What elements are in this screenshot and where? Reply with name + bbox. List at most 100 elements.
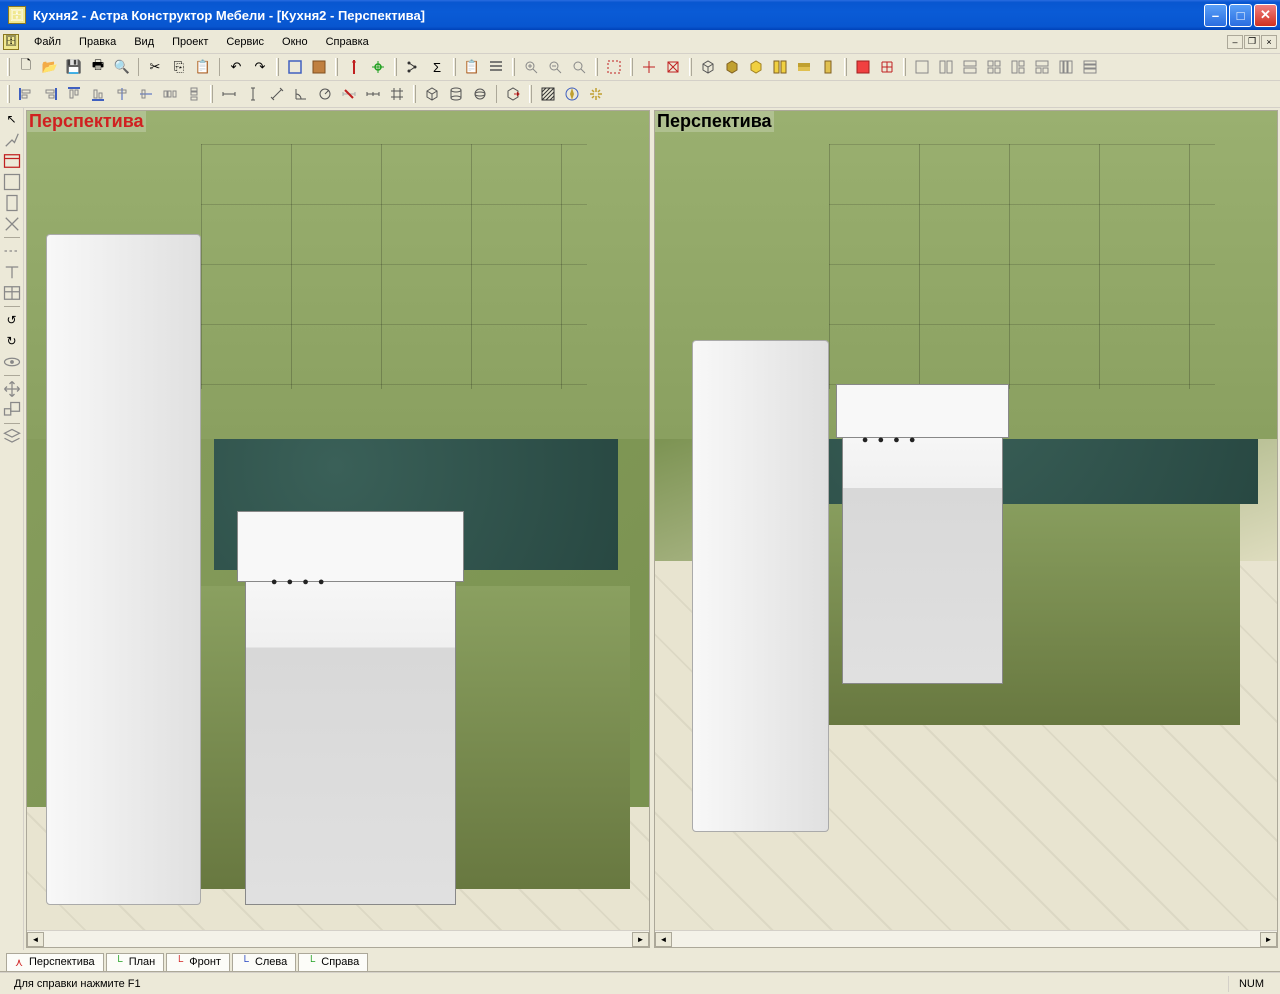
align-right-icon[interactable] bbox=[39, 83, 61, 105]
cursor-icon[interactable]: ↖ bbox=[2, 110, 22, 128]
sigma-icon[interactable]: Σ bbox=[426, 56, 448, 78]
mirror-icon[interactable] bbox=[2, 215, 22, 233]
select-rect-icon[interactable] bbox=[603, 56, 625, 78]
orbit-icon[interactable] bbox=[2, 353, 22, 371]
material-icon[interactable] bbox=[308, 56, 330, 78]
tab-right[interactable]: └ Справа bbox=[298, 953, 368, 971]
window-icon[interactable] bbox=[2, 152, 22, 170]
layout2-icon[interactable] bbox=[935, 56, 957, 78]
menu-view[interactable]: Вид bbox=[125, 33, 163, 51]
copy-icon[interactable]: ⎘ bbox=[168, 56, 190, 78]
rotate-left-icon[interactable]: ↺ bbox=[2, 311, 22, 329]
text-tool-icon[interactable] bbox=[2, 263, 22, 281]
layout8-icon[interactable] bbox=[1079, 56, 1101, 78]
door-icon[interactable] bbox=[817, 56, 839, 78]
3d-box-icon[interactable] bbox=[421, 83, 443, 105]
move-icon[interactable] bbox=[2, 380, 22, 398]
dim-aligned-icon[interactable] bbox=[266, 83, 288, 105]
tree-icon[interactable] bbox=[402, 56, 424, 78]
redo-icon[interactable]: ↷ bbox=[249, 56, 271, 78]
menu-window[interactable]: Окно bbox=[273, 33, 317, 51]
tab-front[interactable]: └ Фронт bbox=[166, 953, 230, 971]
3d-cylinder-icon[interactable] bbox=[445, 83, 467, 105]
align-top-icon[interactable] bbox=[63, 83, 85, 105]
box-icon[interactable] bbox=[697, 56, 719, 78]
align-bottom-icon[interactable] bbox=[87, 83, 109, 105]
layout7-icon[interactable] bbox=[1055, 56, 1077, 78]
scroll-left-icon[interactable]: ◄ bbox=[655, 932, 672, 947]
align-left-icon[interactable] bbox=[15, 83, 37, 105]
dim-tool-icon[interactable] bbox=[2, 242, 22, 260]
zoom-in-icon[interactable] bbox=[520, 56, 542, 78]
align-center-v-icon[interactable] bbox=[135, 83, 157, 105]
scroll-right-icon[interactable]: ► bbox=[632, 932, 649, 947]
clipboard-icon[interactable]: 📋 bbox=[461, 56, 483, 78]
rotate-right-icon[interactable]: ↻ bbox=[2, 332, 22, 350]
undo-icon[interactable]: ↶ bbox=[225, 56, 247, 78]
scroll-right-icon[interactable]: ► bbox=[1260, 932, 1277, 947]
align-center-h-icon[interactable] bbox=[111, 83, 133, 105]
close-button[interactable]: ✕ bbox=[1254, 4, 1277, 27]
tab-perspective[interactable]: ⋏ Перспектива bbox=[6, 953, 104, 971]
3d-sphere-icon[interactable] bbox=[469, 83, 491, 105]
wireframe-icon[interactable] bbox=[876, 56, 898, 78]
mdi-minimize-button[interactable]: – bbox=[1227, 35, 1243, 49]
fastener-icon[interactable] bbox=[367, 56, 389, 78]
dim-angle-icon[interactable] bbox=[290, 83, 312, 105]
layout1-icon[interactable] bbox=[911, 56, 933, 78]
scroll-left-icon[interactable]: ◄ bbox=[27, 932, 44, 947]
scale-icon[interactable] bbox=[2, 401, 22, 419]
dim-remove-icon[interactable] bbox=[338, 83, 360, 105]
compass-icon[interactable] bbox=[561, 83, 583, 105]
mdi-restore-button[interactable]: ❐ bbox=[1244, 35, 1260, 49]
menu-service[interactable]: Сервис bbox=[217, 33, 273, 51]
hscroll-left[interactable]: ◄ ► bbox=[27, 930, 649, 947]
hatch-icon[interactable] bbox=[537, 83, 559, 105]
explode-icon[interactable] bbox=[585, 83, 607, 105]
wall-tool-icon[interactable] bbox=[2, 173, 22, 191]
layout6-icon[interactable] bbox=[1031, 56, 1053, 78]
distribute-h-icon[interactable] bbox=[159, 83, 181, 105]
mdi-close-button[interactable]: × bbox=[1261, 35, 1277, 49]
panel-tool-icon[interactable] bbox=[2, 194, 22, 212]
catalog-icon[interactable] bbox=[769, 56, 791, 78]
panel-icon[interactable] bbox=[284, 56, 306, 78]
3d-export-icon[interactable] bbox=[502, 83, 524, 105]
minimize-button[interactable]: – bbox=[1204, 4, 1227, 27]
mdi-app-icon[interactable]: 🗄 bbox=[3, 34, 19, 50]
box-yellow-icon[interactable] bbox=[745, 56, 767, 78]
layout4-icon[interactable] bbox=[983, 56, 1005, 78]
paste-icon[interactable]: 📋 bbox=[192, 56, 214, 78]
maximize-button[interactable]: □ bbox=[1229, 4, 1252, 27]
menu-help[interactable]: Справка bbox=[317, 33, 378, 51]
cut-icon[interactable]: ✂ bbox=[144, 56, 166, 78]
dim-radius-icon[interactable] bbox=[314, 83, 336, 105]
drill-icon[interactable] bbox=[343, 56, 365, 78]
preview-icon[interactable]: 🔍 bbox=[111, 56, 133, 78]
layers-icon[interactable] bbox=[2, 428, 22, 446]
dim-chain-icon[interactable] bbox=[362, 83, 384, 105]
layout3-icon[interactable] bbox=[959, 56, 981, 78]
snap2-icon[interactable] bbox=[662, 56, 684, 78]
render-icon[interactable] bbox=[852, 56, 874, 78]
snap1-icon[interactable] bbox=[638, 56, 660, 78]
save-icon[interactable]: 💾 bbox=[63, 56, 85, 78]
dim-horizontal-icon[interactable] bbox=[218, 83, 240, 105]
menu-file[interactable]: Файл bbox=[25, 33, 70, 51]
table-icon[interactable] bbox=[2, 284, 22, 302]
viewport-canvas-right[interactable]: Перспектива bbox=[655, 111, 1277, 930]
viewport-canvas-left[interactable]: Перспектива bbox=[27, 111, 649, 930]
menu-edit[interactable]: Правка bbox=[70, 33, 125, 51]
open-icon[interactable]: 📂 bbox=[39, 56, 61, 78]
tab-left[interactable]: └ Слева bbox=[232, 953, 296, 971]
list-icon[interactable] bbox=[485, 56, 507, 78]
new-icon[interactable]: 🗋 bbox=[15, 56, 37, 78]
dim-vertical-icon[interactable] bbox=[242, 83, 264, 105]
box-fill-icon[interactable] bbox=[721, 56, 743, 78]
print-icon[interactable]: 🖶 bbox=[87, 56, 109, 78]
zoom-fit-icon[interactable] bbox=[568, 56, 590, 78]
hscroll-right[interactable]: ◄ ► bbox=[655, 930, 1277, 947]
tab-plan[interactable]: └ План bbox=[106, 953, 165, 971]
distribute-v-icon[interactable] bbox=[183, 83, 205, 105]
picker-icon[interactable] bbox=[2, 131, 22, 149]
